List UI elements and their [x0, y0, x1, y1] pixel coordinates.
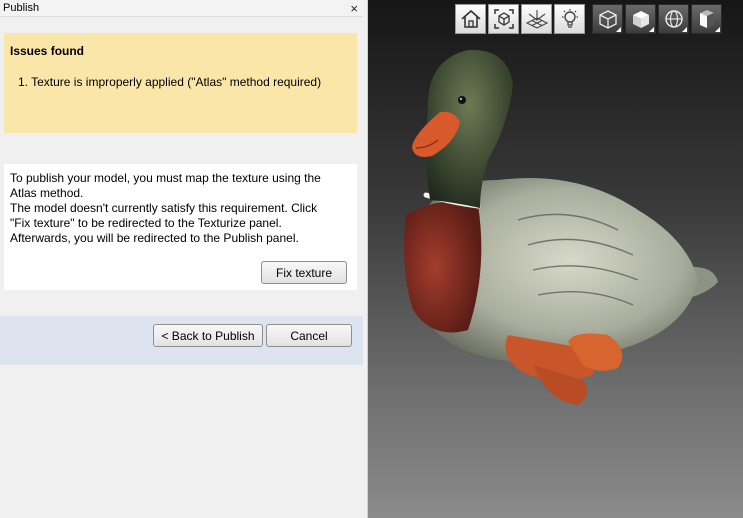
issues-box: Issues found 1. Texture is improperly ap… — [4, 33, 357, 133]
info-message: To publish your model, you must map the … — [10, 171, 321, 245]
duck-model — [404, 49, 718, 405]
panel-titlebar: Publish × — [0, 0, 363, 17]
3d-viewport[interactable] — [368, 0, 743, 518]
publish-panel: Publish × Issues found 1. Texture is imp… — [0, 0, 363, 518]
close-icon[interactable]: × — [350, 0, 358, 17]
issue-item: 1. Texture is improperly applied ("Atlas… — [18, 75, 322, 89]
cancel-button[interactable]: Cancel — [266, 324, 352, 347]
panel-title: Publish — [3, 2, 40, 14]
issues-heading: Issues found — [10, 44, 85, 58]
duck-eye — [458, 96, 466, 104]
fix-texture-button[interactable]: Fix texture — [261, 261, 347, 284]
back-to-publish-button[interactable]: < Back to Publish — [153, 324, 263, 347]
duck-chest — [404, 201, 482, 333]
action-bar: < Back to Publish Cancel — [0, 316, 363, 365]
info-box: To publish your model, you must map the … — [4, 164, 357, 290]
